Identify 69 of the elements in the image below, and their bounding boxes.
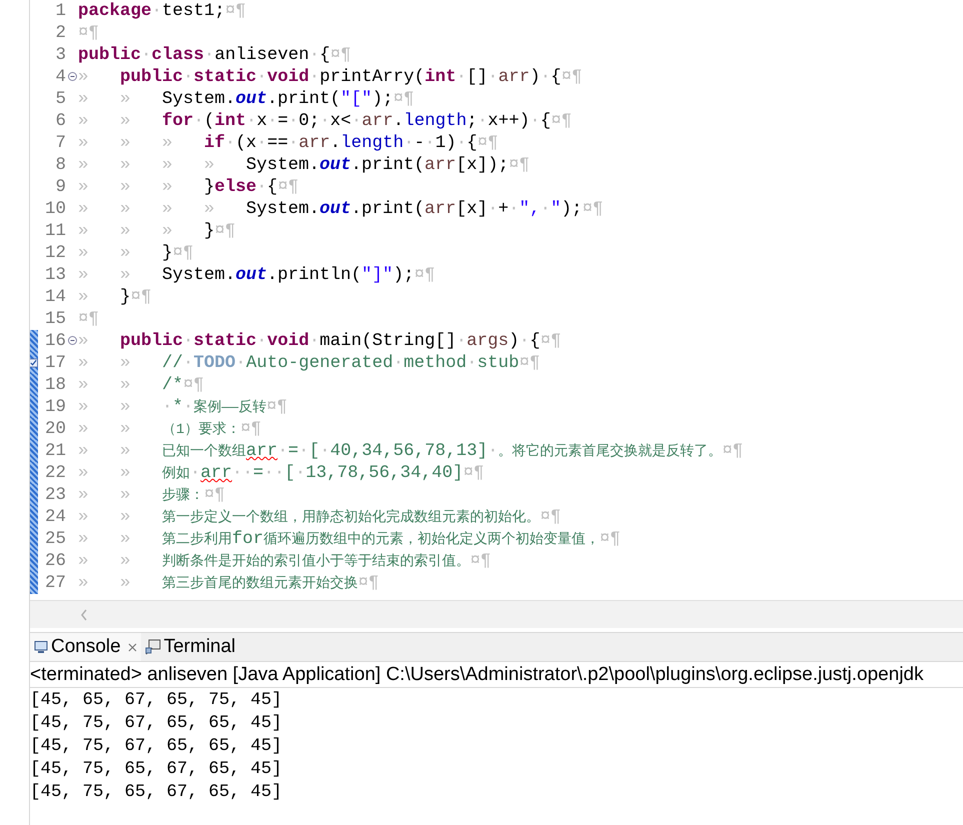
code-line: » » /*¤¶ <box>78 374 204 396</box>
line-number: 21 <box>44 440 66 462</box>
line-number: 13 <box>44 264 66 286</box>
line-number: 6 <box>55 110 66 132</box>
collapse-icon[interactable] <box>68 336 76 345</box>
panel-tab[interactable]: Terminal <box>140 633 240 661</box>
code-line: ¤¶ <box>78 22 100 44</box>
console-output-line: [45, 75, 65, 67, 65, 45] <box>30 758 282 781</box>
line-number: 8 <box>55 154 66 176</box>
console-output-line: [45, 75, 67, 65, 65, 45] <box>30 712 282 735</box>
code-line: » public·static·void·printArry(int·[]·arr)·{¤¶ <box>78 66 582 88</box>
console-description: <terminated> anliseven [Java Application] C:\Users\Administrator\.p2\pool\plugins\org.eclipse.justj.openjdk <box>30 662 963 688</box>
task-icon <box>30 358 38 368</box>
code-line: » » for·(int·x·=·0;·x<·arr.length;·x++)·{¤¶ <box>78 110 572 132</box>
line-number: 10 <box>44 198 66 220</box>
horizontal-scrollbar[interactable] <box>30 600 963 628</box>
code-line: » » }¤¶ <box>78 242 194 264</box>
line-number: 11 <box>44 220 66 242</box>
line-number: 4 <box>55 66 66 88</box>
line-number: 26 <box>44 550 66 572</box>
collapse-icon[interactable] <box>68 72 76 81</box>
line-number: 17 <box>44 352 66 374</box>
line-number: 27 <box>44 572 66 594</box>
code-line: » » 第一步定义一个数组，用静态初始化完成数组元素的初始化。¤¶ <box>78 506 562 528</box>
terminal-icon <box>144 639 161 655</box>
line-number: 18 <box>44 374 66 396</box>
code-line: » » System.out.print("[");¤¶ <box>78 88 414 110</box>
code-line: » » » }else·{¤¶ <box>78 176 299 198</box>
code-line: package·test1;¤¶ <box>78 0 246 22</box>
console-output-line: [45, 65, 67, 65, 75, 45] <box>30 689 282 712</box>
code-line: » » （1）要求：¤¶ <box>78 418 262 440</box>
line-number: 1 <box>55 0 66 22</box>
line-number: 24 <box>44 506 66 528</box>
line-number: 25 <box>44 528 66 550</box>
code-line: » » //·TODO·Auto-generated·method·stub¤¶ <box>78 352 540 374</box>
code-line: » » ·*·案例——反转¤¶ <box>78 396 288 418</box>
panel-tab[interactable]: Console <box>30 633 141 661</box>
line-number: 7 <box>55 132 66 154</box>
code-line: » » 例如·arr··=··[·13,78,56,34,40]¤¶ <box>78 462 484 484</box>
code-line: public·class·anliseven·{¤¶ <box>78 44 352 66</box>
close-icon[interactable] <box>128 642 137 652</box>
line-number: 12 <box>44 242 66 264</box>
code-line: » » 步骤：¤¶ <box>78 484 226 506</box>
monitor-icon <box>34 640 48 654</box>
line-number: 20 <box>44 418 66 440</box>
code-line: » » » » System.out.print(arr[x]·+·",·");¤¶ <box>78 198 604 220</box>
code-line: » » 第三步首尾的数组元素开始交换¤¶ <box>78 572 380 594</box>
console-output-line: [45, 75, 65, 67, 65, 45] <box>30 781 282 804</box>
code-line: » » 判断条件是开始的索引值小于等于结束的索引值。¤¶ <box>78 550 492 572</box>
code-line: » }¤¶ <box>78 286 152 308</box>
line-number: 2 <box>55 22 66 44</box>
code-line: » » » if·(x·==·arr.length·-·1)·{¤¶ <box>78 132 498 154</box>
line-number: 5 <box>55 88 66 110</box>
line-number: 22 <box>44 462 66 484</box>
line-number: 14 <box>44 286 66 308</box>
line-number: 3 <box>55 44 66 66</box>
code-line: » » 第二步利用for循环遍历数组中的元素，初始化定义两个初始变量值，¤¶ <box>78 528 621 550</box>
console-output-line: [45, 75, 67, 65, 65, 45] <box>30 735 282 758</box>
code-line: » » 已知一个数组arr·=·[·40,34,56,78,13]·。将它的元素首尾交换就是反转了。¤¶ <box>78 440 744 462</box>
line-number: 15 <box>44 308 66 330</box>
line-number: 19 <box>44 396 66 418</box>
code-line: » » » » System.out.print(arr[x]);¤¶ <box>78 154 530 176</box>
line-number: 23 <box>44 484 66 506</box>
code-line: ¤¶ <box>78 308 100 330</box>
code-line: » » System.out.println("]");¤¶ <box>78 264 436 286</box>
code-line: » » » }¤¶ <box>78 220 236 242</box>
code-line: » public·static·void·main(String[]·args)·{¤¶ <box>78 330 562 352</box>
line-number: 9 <box>55 176 66 198</box>
line-number: 16 <box>44 330 66 352</box>
